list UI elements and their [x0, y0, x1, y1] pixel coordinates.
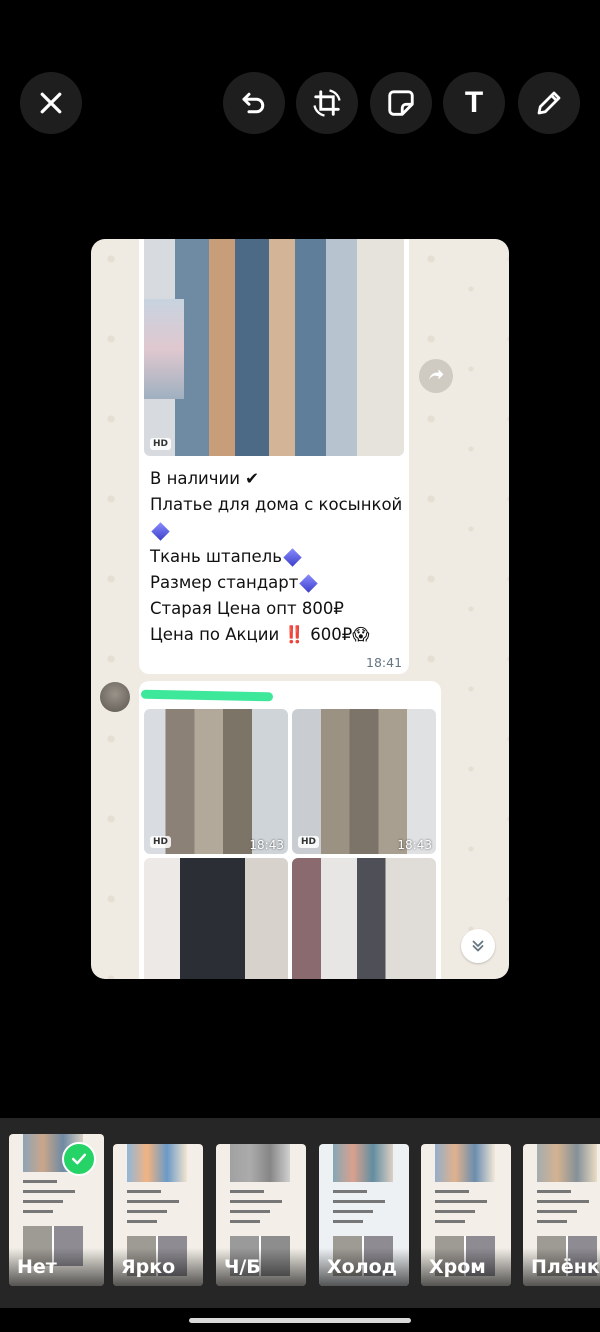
filter-label: Хром — [421, 1248, 511, 1286]
filter-bw[interactable]: Ч/Б — [216, 1144, 306, 1286]
blue-diamond-icon — [299, 574, 319, 593]
blue-diamond-icon — [151, 522, 170, 541]
message-line: 600₽ — [310, 625, 353, 644]
check-icon — [62, 1142, 96, 1176]
draw-button[interactable] — [518, 72, 580, 134]
undo-icon — [242, 92, 265, 114]
filter-label: Ярко — [113, 1248, 203, 1286]
scream-emoji-icon: 😱 — [352, 625, 370, 644]
hd-badge: HD — [150, 438, 172, 450]
dress-photo — [292, 858, 436, 979]
dress-photo: HD 18:43 — [144, 709, 288, 854]
filter-film[interactable]: Плёнка — [523, 1144, 600, 1286]
filter-label: Плёнка — [523, 1248, 600, 1286]
dress-photo: HD — [144, 239, 404, 456]
message-line: В наличии ✔ — [150, 469, 259, 488]
message-line: Цена по Акции — [150, 625, 280, 644]
filter-none[interactable]: Нет — [9, 1134, 104, 1286]
forward-button[interactable] — [419, 359, 453, 393]
crop-rotate-button[interactable] — [296, 72, 358, 134]
avatar — [100, 682, 130, 712]
text-button[interactable]: T — [443, 72, 505, 134]
text-icon: T — [464, 86, 484, 119]
filter-label: Ч/Б — [216, 1248, 306, 1286]
blue-diamond-icon — [283, 548, 302, 567]
message-line: Ткань штапель — [150, 547, 282, 566]
message-line: Платье для дома с косынкой — [150, 495, 403, 514]
sticker-icon — [388, 90, 414, 116]
photo-time: 18:43 — [249, 838, 284, 852]
dress-photo — [144, 858, 288, 979]
crop-rotate-icon — [313, 89, 341, 117]
hd-badge: HD — [298, 836, 320, 848]
hd-badge: HD — [150, 836, 172, 848]
filter-label: Холод — [319, 1248, 409, 1286]
filter-cool[interactable]: Холод — [319, 1144, 409, 1286]
exclamation-icon: ‼️ — [284, 625, 305, 644]
filter-chrome[interactable]: Хром — [421, 1144, 511, 1286]
filter-bright[interactable]: Ярко — [113, 1144, 203, 1286]
dress-photo: HD 18:43 — [292, 709, 436, 854]
double-chevron-down-icon — [472, 940, 484, 952]
sticker-button[interactable] — [370, 72, 432, 134]
scroll-down-button[interactable] — [461, 929, 495, 963]
message-line: Размер стандарт — [150, 573, 299, 592]
forward-icon — [429, 369, 444, 381]
message-line: Старая Цена опт 800₽ — [150, 599, 344, 618]
filter-label: Нет — [9, 1248, 104, 1286]
close-button[interactable] — [20, 72, 82, 134]
home-indicator[interactable] — [189, 1318, 411, 1323]
pencil-icon — [537, 91, 561, 115]
undo-button[interactable] — [223, 72, 285, 134]
message-text: В наличии ✔ Платье для дома с косынкой Т… — [150, 466, 410, 648]
close-icon — [40, 92, 62, 114]
image-preview[interactable]: HD В наличии ✔ Платье для дома с косынко… — [91, 239, 509, 979]
photo-time: 18:43 — [397, 838, 432, 852]
message-time: 18:41 — [366, 655, 403, 670]
